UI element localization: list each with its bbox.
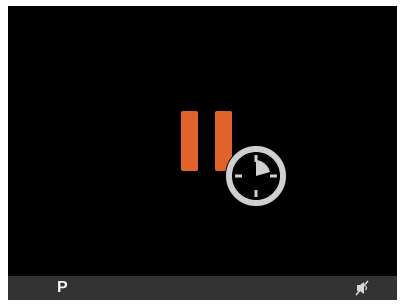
pause-icon (181, 111, 232, 171)
status-bar: P (8, 276, 397, 300)
shooting-mode-label: P (57, 279, 68, 296)
viewport (8, 6, 397, 276)
speaker-muted-icon[interactable] (353, 279, 371, 297)
clock-timer-icon (225, 145, 287, 207)
paused-timer-indicator (171, 108, 289, 208)
pause-timer-graphic (181, 111, 287, 207)
camera-screen: P (8, 6, 397, 300)
